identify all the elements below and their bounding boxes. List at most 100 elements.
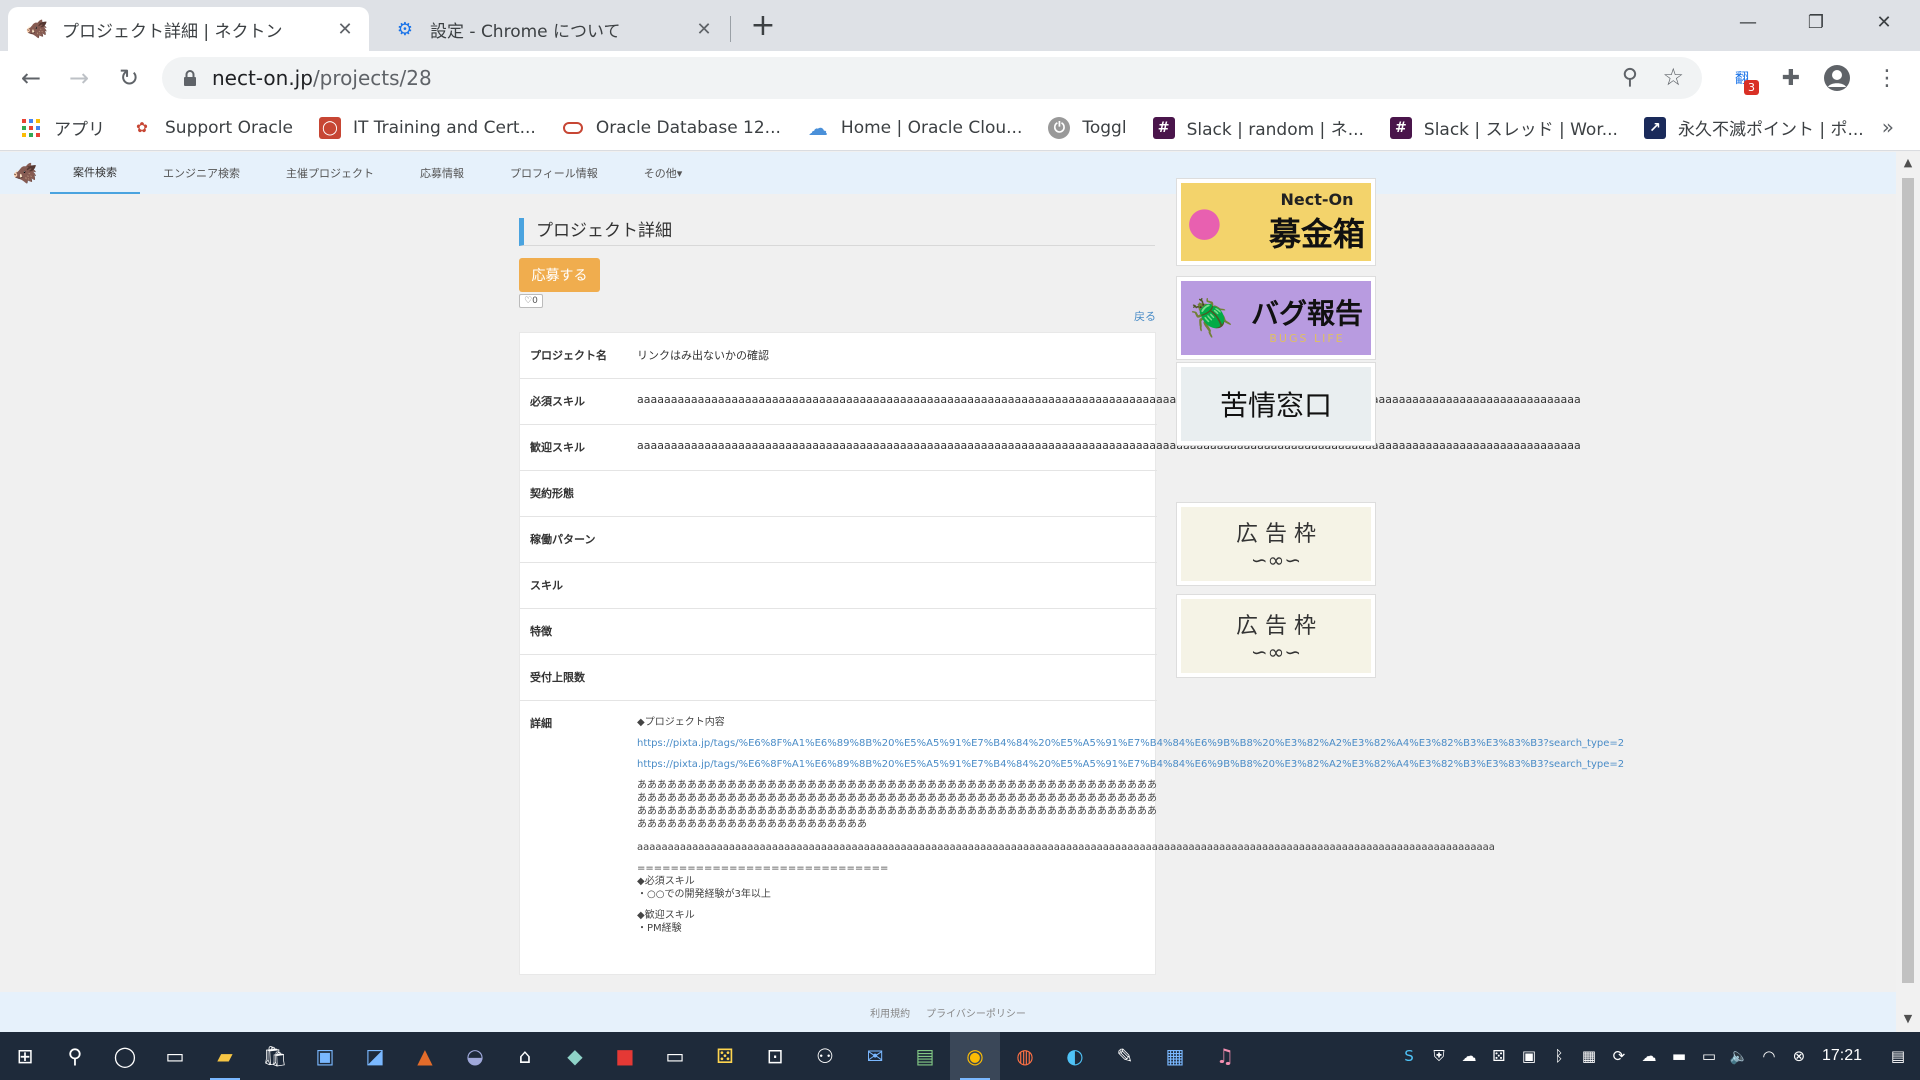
app-icon[interactable]: ▤ [900,1032,950,1080]
bookmark-eikyu-point[interactable]: ↗ 永久不滅ポイント | ポ... [1643,115,1864,140]
banner-ad-slot[interactable]: 広 告 枠 ∽∞∽ [1176,502,1376,586]
bookmark-slack-thread[interactable]: # Slack | スレッド | Wor... [1389,115,1618,140]
bookmark-toggl[interactable]: ⏻ Toggl [1048,116,1127,139]
address-bar[interactable]: nect-on.jp/projects/28 ⚲ ☆ [162,57,1702,99]
nav-hosted-projects[interactable]: 主催プロジェクト [263,152,397,194]
file-explorer-icon[interactable]: ▰ [200,1032,250,1080]
app-icon[interactable]: ▦ [1150,1032,1200,1080]
bluetooth-icon[interactable]: ᛒ [1544,1032,1574,1080]
page-title: プロジェクト詳細 [519,218,1155,246]
volume-icon[interactable]: 🔈 [1724,1032,1754,1080]
reload-icon[interactable]: ↻ [112,61,146,95]
clock[interactable]: 17:21 [1814,1047,1876,1065]
banner-ad-slot[interactable]: 広 告 枠 ∽∞∽ [1176,594,1376,678]
restore-icon[interactable]: ❐ [1782,0,1850,44]
app-icon[interactable]: ◒ [450,1032,500,1080]
skype-icon[interactable]: S [1394,1032,1424,1080]
terminal-icon[interactable]: ▭ [650,1032,700,1080]
details-link[interactable]: https://pixta.jp/tags/%E6%8F%A1%E6%89%8B… [637,758,1637,771]
security-shield-icon[interactable]: ⛨ [1424,1032,1454,1080]
back-link[interactable]: 戻る [1134,308,1156,324]
app-icon[interactable]: ⊡ [750,1032,800,1080]
forward-arrow-icon[interactable]: → [62,61,96,95]
nav-project-search[interactable]: 案件検索 [50,152,140,194]
matlab-icon[interactable]: ▲ [400,1032,450,1080]
bookmark-support-oracle[interactable]: ✿ Support Oracle [131,117,293,139]
firefox-icon[interactable]: ◍ [1000,1032,1050,1080]
banner-bug-report[interactable]: 🪲 バグ報告 BUGS LIFE [1176,276,1376,360]
tab-project-detail[interactable]: 🐗 プロジェクト詳細 | ネクトン ✕ [8,7,369,51]
nekton-logo-icon[interactable]: 🐗 [0,152,50,194]
bookmark-apps[interactable]: アプリ [20,115,105,140]
apply-button[interactable]: 応募する [519,258,600,292]
details-body: ◆プロジェクト内容 https://pixta.jp/tags/%E6%8F%A… [637,716,1637,935]
cloud-tray-icon[interactable]: ☁ [1634,1032,1664,1080]
banner-donation-box[interactable]: ● Nect-On 募金箱 [1176,178,1376,266]
bookmarks-overflow-icon[interactable]: » [1882,115,1894,139]
app-icon[interactable]: ◪ [350,1032,400,1080]
store-icon[interactable]: 🛍 [250,1032,300,1080]
itunes-icon[interactable]: ♫ [1200,1032,1250,1080]
search-icon[interactable]: ⚲ [50,1032,100,1080]
app-icon[interactable]: ⚄ [700,1032,750,1080]
footer-terms-link[interactable]: 利用規約 [870,1005,910,1020]
app-icon[interactable]: ■ [600,1032,650,1080]
bookmark-oracle-cloud[interactable]: ☁ Home | Oracle Clou... [807,116,1022,140]
zoom-icon[interactable]: ⚲ [1622,65,1638,90]
nav-applications[interactable]: 応募情報 [397,152,487,194]
chrome-icon[interactable]: ◉ [950,1032,1000,1080]
mail-icon[interactable]: ✉ [850,1032,900,1080]
app-tray-icon[interactable]: ▣ [1514,1032,1544,1080]
close-tab-icon[interactable]: ✕ [333,17,357,41]
app-tray-icon[interactable]: ⚄ [1484,1032,1514,1080]
app-tray-icon[interactable]: ⟳ [1604,1032,1634,1080]
new-tab-icon[interactable]: + [748,8,778,43]
profile-avatar-icon[interactable] [1822,63,1852,93]
lock-icon [184,70,196,86]
tab-chrome-settings[interactable]: ⚙ 設定 - Chrome について ✕ [376,7,728,51]
tab-title: プロジェクト詳細 | ネクトン [62,21,283,42]
translate-extension-icon[interactable]: 翻3 [1727,63,1759,95]
chrome-menu-icon[interactable]: ⋮ [1872,63,1902,93]
app-icon[interactable]: ✎ [1100,1032,1150,1080]
scroll-down-icon[interactable]: ▼ [1900,1012,1916,1028]
display-icon[interactable]: ▬ [1664,1032,1694,1080]
bookmark-oracle-database[interactable]: Oracle Database 12... [562,117,781,139]
minimize-icon[interactable]: — [1714,0,1782,44]
ime-off-icon[interactable]: ⊗ [1784,1032,1814,1080]
nav-profile[interactable]: プロフィール情報 [487,152,621,194]
bookmark-star-icon[interactable]: ☆ [1662,63,1684,91]
scroll-up-icon[interactable]: ▲ [1900,156,1916,172]
app-icon[interactable]: ⌂ [500,1032,550,1080]
nav-other-dropdown[interactable]: その他▾ [621,152,706,194]
nav-engineer-search[interactable]: エンジニア検索 [140,152,263,194]
app-icon[interactable]: ◆ [550,1032,600,1080]
field-row-acceptance-limit: 受付上限数 [520,655,1157,701]
app-tray-icon[interactable]: ▦ [1574,1032,1604,1080]
cortana-icon[interactable]: ◯ [100,1032,150,1080]
bookmark-it-training[interactable]: ◯ IT Training and Cert... [318,116,536,139]
like-button[interactable]: ♡0 [519,294,543,308]
apps-grid-icon [20,117,42,139]
wifi-icon[interactable]: ◠ [1754,1032,1784,1080]
banner-complaints[interactable]: 苦情窓口 [1176,362,1376,446]
ornament-icon: ∽∞∽ [1250,548,1302,572]
close-tab-icon[interactable]: ✕ [692,17,716,41]
page-scrollbar[interactable]: ▲ ▼ [1896,152,1920,1032]
bookmark-slack-random[interactable]: # Slack | random | ネ... [1152,115,1364,140]
app-icon[interactable]: ▣ [300,1032,350,1080]
edge-icon[interactable]: ◐ [1050,1032,1100,1080]
details-link[interactable]: https://pixta.jp/tags/%E6%8F%A1%E6%89%8B… [637,737,1637,750]
battery-icon[interactable]: ▭ [1694,1032,1724,1080]
back-arrow-icon[interactable]: ← [14,61,48,95]
scrollbar-thumb[interactable] [1902,178,1914,983]
notifications-icon[interactable]: ▤ [1876,1032,1920,1080]
footer-privacy-link[interactable]: プライバシーポリシー [926,1005,1026,1020]
windows-start-icon[interactable]: ⊞ [0,1032,50,1080]
close-window-icon[interactable]: ✕ [1850,0,1918,44]
extensions-puzzle-icon[interactable]: ✚ [1776,63,1806,93]
nekton-logo-icon: 🐗 [25,18,49,40]
app-icon[interactable]: ⚇ [800,1032,850,1080]
task-view-icon[interactable]: ▭ [150,1032,200,1080]
onedrive-icon[interactable]: ☁ [1454,1032,1484,1080]
